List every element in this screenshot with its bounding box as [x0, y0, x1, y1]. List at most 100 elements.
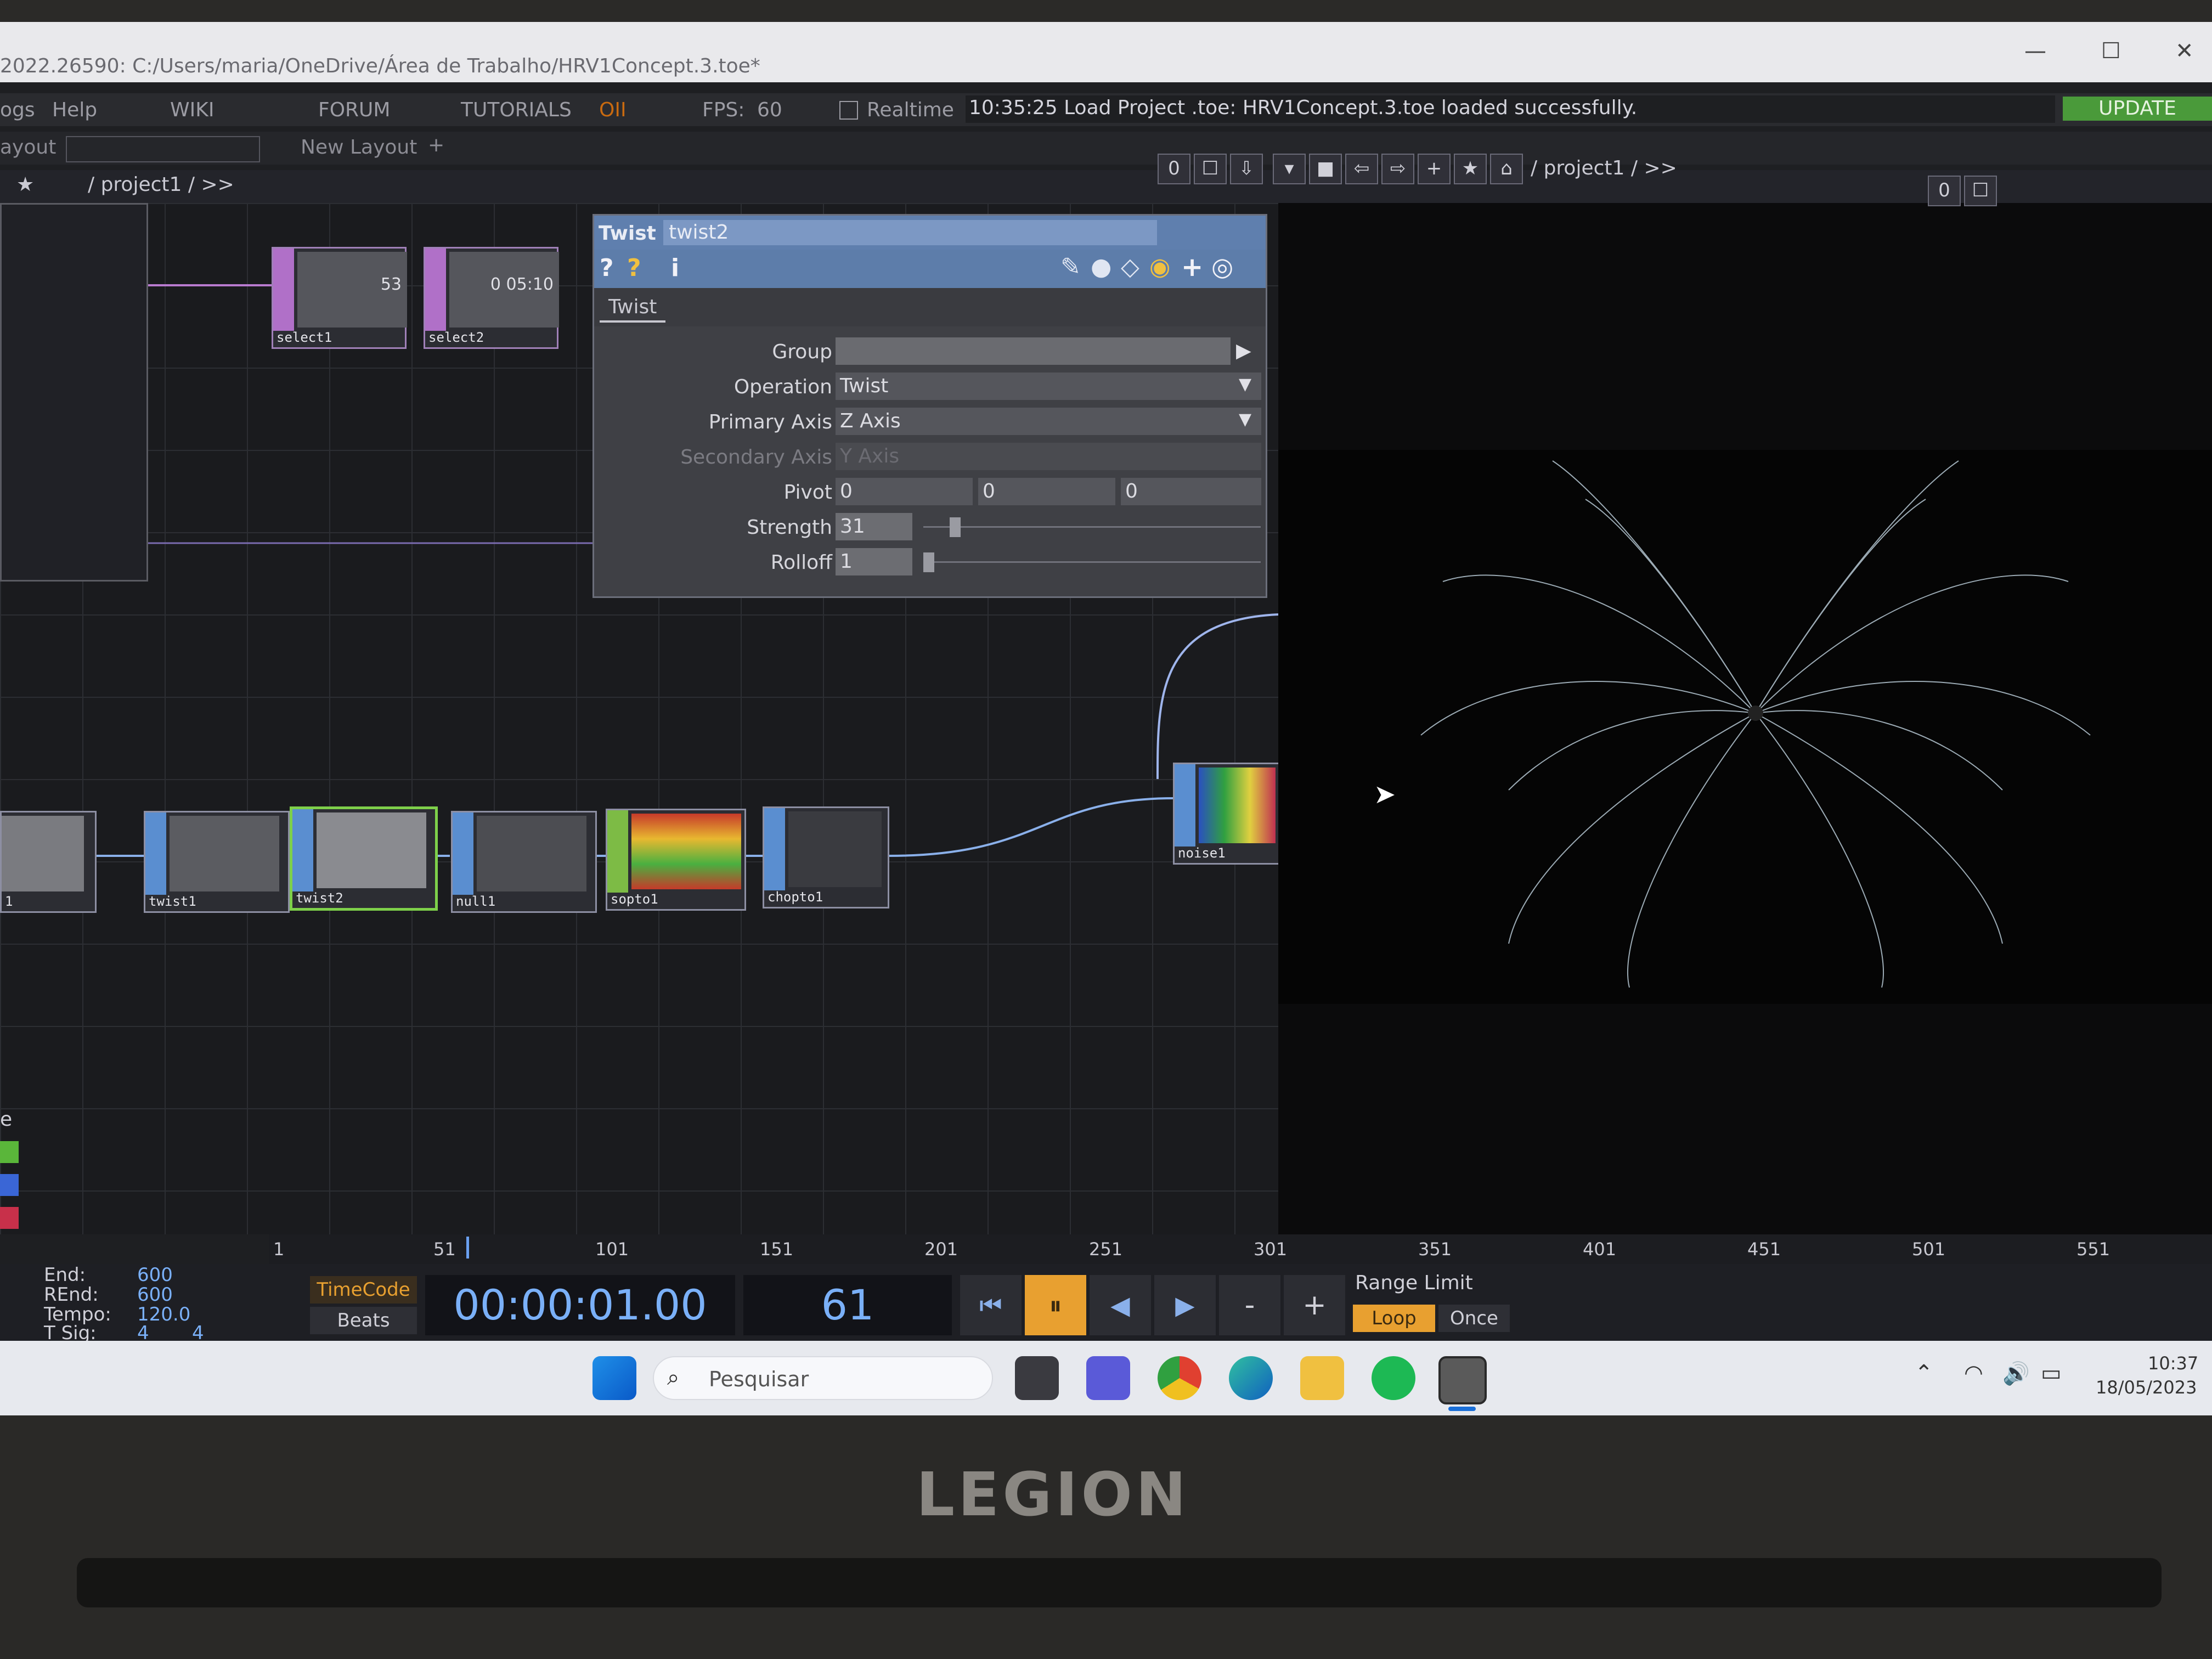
add-icon[interactable]: + — [1181, 252, 1203, 283]
search-placeholder: Pesquisar — [709, 1367, 809, 1391]
op-name-field[interactable]: twist2 — [663, 220, 1157, 245]
chrome-icon[interactable] — [1158, 1356, 1201, 1400]
pivot-z-field[interactable]: 0 — [1121, 478, 1261, 505]
target-icon[interactable]: ◎ — [1211, 252, 1233, 281]
python-help-icon[interactable]: ? — [627, 254, 641, 282]
maximize-button[interactable]: ☐ — [2101, 38, 2121, 64]
strength-slider-handle[interactable] — [950, 517, 961, 537]
viewer-zero[interactable]: 0 — [1928, 176, 1961, 206]
clock-date[interactable]: 18/05/2023 — [2096, 1377, 2197, 1398]
secondary-axis-select[interactable]: Y Axis — [836, 443, 1261, 470]
rolloff-slider-track[interactable] — [923, 561, 1261, 563]
back-icon[interactable]: ⇦ — [1345, 154, 1378, 184]
once-button[interactable]: Once — [1438, 1305, 1510, 1332]
node-twist2-selected[interactable]: twist2 — [290, 806, 438, 911]
edge-icon[interactable] — [1229, 1356, 1273, 1400]
volume-icon[interactable]: 🔊 — [2002, 1361, 2030, 1386]
loop-button[interactable]: Loop — [1353, 1305, 1435, 1332]
laptop-bezel: LEGION — [0, 1415, 2212, 1659]
plus-button[interactable]: + — [1284, 1275, 1345, 1335]
node-chopto1[interactable]: chopto1 — [763, 806, 889, 909]
node-select1[interactable]: 53 select1 — [272, 247, 407, 349]
layout-presets[interactable] — [66, 136, 260, 162]
chevron-down-icon[interactable]: ▾ — [1273, 154, 1306, 184]
primary-axis-select[interactable]: Z Axis — [836, 408, 1261, 435]
node-sopto1[interactable]: sopto1 — [606, 809, 746, 911]
timecode-display[interactable]: 00:00:01.00 — [425, 1275, 735, 1335]
node-null1[interactable]: null1 — [451, 811, 597, 913]
tab-twist[interactable]: Twist — [600, 294, 666, 323]
taskbar-search[interactable]: ⌕ Pesquisar — [653, 1356, 993, 1400]
comment-icon[interactable]: ● — [1091, 253, 1111, 281]
network-path-right[interactable]: / project1 / >> — [1531, 157, 1677, 179]
node-sop-1[interactable]: 1 — [0, 811, 97, 913]
pivot-y-field[interactable]: 0 — [978, 478, 1115, 505]
rend-value[interactable]: 600 — [137, 1284, 173, 1306]
rolloff-field[interactable]: 1 — [836, 548, 912, 575]
teams-icon[interactable] — [1086, 1356, 1130, 1400]
menu-oii[interactable]: OII — [599, 99, 627, 121]
python-icon[interactable]: ◉ — [1149, 253, 1170, 281]
plus-icon[interactable]: + — [1418, 154, 1451, 184]
select1-values: 53 — [297, 252, 407, 328]
node-noise1[interactable]: noise1 — [1173, 763, 1280, 865]
step-forward-icon[interactable]: ▶ — [1154, 1275, 1216, 1335]
touchdesigner-icon[interactable] — [1438, 1356, 1487, 1404]
info-icon[interactable]: i — [671, 254, 679, 282]
timeline-ruler[interactable]: 1 51 101 151 201 251 301 351 401 451 501… — [269, 1234, 2212, 1264]
left-label-e: e — [0, 1108, 13, 1131]
new-layout-button[interactable]: New Layout — [301, 136, 417, 159]
menu-help[interactable]: Help — [52, 99, 97, 121]
chevron-up-icon[interactable]: ⌃ — [1915, 1361, 1933, 1386]
pivot-x-field[interactable]: 0 — [836, 478, 973, 505]
select2-values: 0 05:10 — [449, 252, 559, 328]
clock-time[interactable]: 10:37 — [2148, 1353, 2198, 1374]
stop-icon[interactable]: ■ — [1309, 154, 1342, 184]
square-icon[interactable]: ☐ — [1194, 154, 1227, 184]
rewind-icon[interactable]: ⏮ — [960, 1275, 1022, 1335]
rolloff-slider-handle[interactable] — [923, 552, 934, 572]
network-path-left[interactable]: / project1 / >> — [88, 173, 234, 196]
menu-tutorials[interactable]: TUTORIALS — [461, 99, 572, 121]
frame-display[interactable]: 61 — [743, 1275, 952, 1335]
strength-slider-track[interactable] — [923, 526, 1261, 528]
toolbar-zero[interactable]: 0 — [1158, 154, 1190, 184]
brand-logo: LEGION — [916, 1459, 1190, 1530]
star-icon[interactable]: ★ — [16, 173, 34, 196]
menu-logs[interactable]: ogs — [0, 99, 35, 121]
menu-wiki[interactable]: WIKI — [170, 99, 214, 121]
eraser-icon[interactable]: ◇ — [1121, 253, 1139, 281]
pencil-icon[interactable]: ✎ — [1060, 253, 1081, 281]
node-select2[interactable]: 0 05:10 select2 — [424, 247, 559, 349]
add-layout-button[interactable]: + — [428, 134, 444, 156]
viewer-square-icon[interactable]: ☐ — [1964, 176, 1997, 206]
close-button[interactable]: ✕ — [2175, 38, 2194, 64]
star-icon-right[interactable]: ★ — [1454, 154, 1487, 184]
end-value[interactable]: 600 — [137, 1264, 173, 1286]
menu-forum[interactable]: FORUM — [318, 99, 390, 121]
task-view-icon[interactable] — [1015, 1356, 1059, 1400]
group-input[interactable] — [836, 337, 1231, 365]
spotify-icon[interactable] — [1372, 1356, 1415, 1400]
minimize-button[interactable]: — — [2024, 38, 2046, 64]
node-twist1[interactable]: twist1 — [144, 811, 290, 913]
strength-field[interactable]: 31 — [836, 513, 912, 540]
arrow-down-icon[interactable]: ⇩ — [1230, 154, 1263, 184]
beats-toggle[interactable]: Beats — [310, 1307, 417, 1334]
play-arrow-icon[interactable]: ▶ — [1236, 340, 1251, 362]
update-button[interactable]: UPDATE — [2063, 97, 2212, 121]
windows-start-icon[interactable] — [592, 1356, 636, 1400]
step-back-icon[interactable]: ◀ — [1090, 1275, 1151, 1335]
file-explorer-icon[interactable] — [1300, 1356, 1344, 1400]
timecode-toggle[interactable]: TimeCode — [310, 1276, 417, 1304]
pause-icon[interactable]: ⏸ — [1025, 1275, 1086, 1335]
help-icon[interactable]: ? — [600, 254, 614, 282]
operation-select[interactable]: Twist — [836, 373, 1261, 400]
wifi-icon[interactable]: ◠ — [1964, 1361, 1983, 1386]
minus-button[interactable]: - — [1219, 1275, 1280, 1335]
forward-icon[interactable]: ⇨ — [1381, 154, 1414, 184]
battery-icon[interactable]: ▭ — [2041, 1361, 2062, 1386]
playhead[interactable] — [466, 1237, 469, 1259]
home-icon[interactable]: ⌂ — [1490, 154, 1523, 184]
realtime-checkbox[interactable] — [839, 101, 858, 120]
